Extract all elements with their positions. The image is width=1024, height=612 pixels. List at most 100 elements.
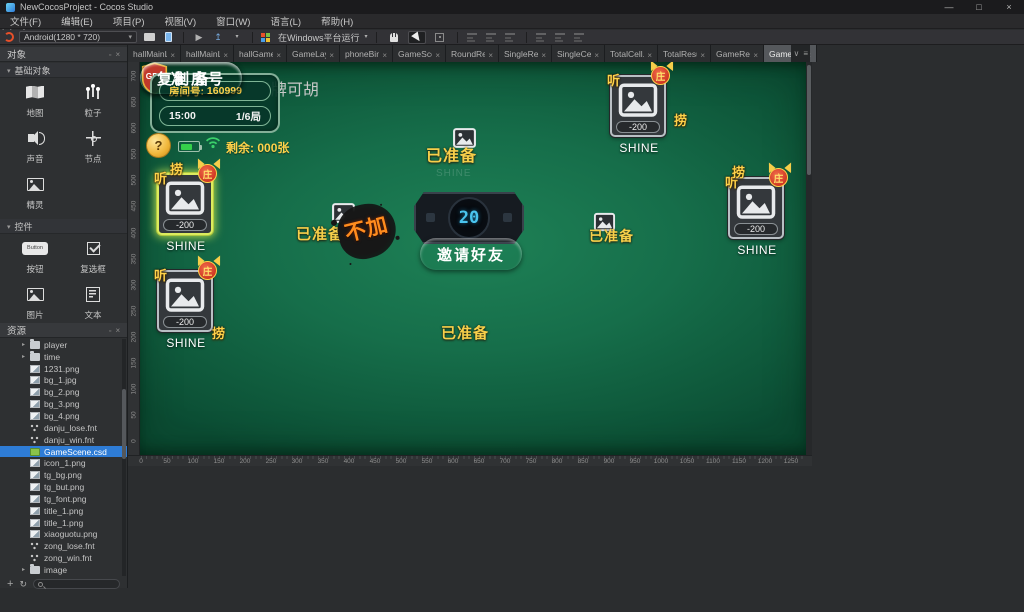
object-palette-item[interactable]: 节点: [64, 127, 122, 165]
publish-button[interactable]: ↥: [211, 31, 225, 44]
tab-close-icon[interactable]: [276, 45, 281, 63]
panel-close-icon[interactable]: [115, 49, 120, 60]
resource-item[interactable]: danju_win.fnt: [0, 434, 127, 446]
object-palette-item[interactable]: 粒子: [64, 81, 122, 119]
resource-item[interactable]: bg_2.png: [0, 386, 127, 398]
add-resource-button[interactable]: +: [7, 579, 13, 590]
tab-close-icon[interactable]: [594, 45, 599, 63]
document-tab[interactable]: SingleCell: [552, 45, 605, 62]
menu-item[interactable]: 文件(F): [10, 14, 41, 28]
document-tab[interactable]: GameScen: [393, 45, 446, 62]
align-right-button[interactable]: [504, 31, 518, 44]
document-tab[interactable]: hallGameL: [234, 45, 287, 62]
refresh-resources-button[interactable]: ↻: [19, 579, 27, 590]
resource-item[interactable]: tg_but.png: [0, 481, 127, 493]
resource-item[interactable]: time: [0, 351, 127, 363]
object-palette-item[interactable]: 声音: [6, 127, 64, 165]
align-top-button[interactable]: [535, 31, 549, 44]
resources-scrollbar[interactable]: [122, 339, 126, 576]
tab-close-icon[interactable]: [329, 45, 334, 63]
resource-item[interactable]: title_1.png: [0, 505, 127, 517]
document-tab[interactable]: TotalCell.c: [605, 45, 658, 62]
document-tab[interactable]: hallMainL: [181, 45, 234, 62]
resource-item[interactable]: tg_bg.png: [0, 469, 127, 481]
hand-tool[interactable]: [385, 31, 403, 44]
run-on-windows-button[interactable]: 在Windows平台运行: [278, 31, 360, 44]
ready-button[interactable]: 准 备: [140, 62, 242, 94]
player-avatar[interactable]: 听 庄 -200: [157, 173, 213, 235]
resource-item[interactable]: title_1.png: [0, 517, 127, 529]
resource-item[interactable]: player: [0, 339, 127, 351]
player-seat-top-right[interactable]: 听 庄 -200 SHINE: [610, 75, 668, 155]
resource-item[interactable]: image: [0, 564, 127, 576]
object-palette-item[interactable]: 复选框: [64, 237, 122, 275]
menu-item[interactable]: 编辑(E): [61, 14, 93, 28]
resource-item[interactable]: tg_font.png: [0, 493, 127, 505]
resource-item[interactable]: 1231.png: [0, 363, 127, 375]
resource-item[interactable]: bg_1.jpg: [0, 375, 127, 387]
resource-item[interactable]: GameScene.csd: [0, 446, 127, 458]
object-palette-item[interactable]: 精灵: [6, 173, 64, 211]
invite-friends-button[interactable]: 邀请好友: [420, 238, 522, 270]
player-avatar[interactable]: 听 庄 -200: [610, 75, 666, 137]
resource-item[interactable]: xiaoguotu.png: [0, 529, 127, 541]
player-seat-right[interactable]: 听 庄 -200 SHINE: [728, 177, 786, 257]
resource-item[interactable]: zong_lose.fnt: [0, 540, 127, 552]
document-tab[interactable]: phoneBinc: [340, 45, 393, 62]
menu-item[interactable]: 窗口(W): [216, 14, 250, 28]
resource-item[interactable]: danju_lose.fnt: [0, 422, 127, 434]
menu-item[interactable]: 项目(P): [113, 14, 145, 28]
close-button[interactable]: ×: [994, 2, 1024, 12]
tab-close-icon[interactable]: [541, 45, 546, 63]
menu-item[interactable]: 帮助(H): [321, 14, 353, 28]
player-seat-left-bottom[interactable]: 听 庄 -200 SHINE: [157, 270, 215, 350]
object-palette-item[interactable]: 地图: [6, 81, 64, 119]
resource-search-input[interactable]: [33, 579, 120, 589]
play-button[interactable]: ▶: [192, 31, 206, 44]
section-basic-objects[interactable]: 基础对象: [0, 63, 127, 78]
player-avatar[interactable]: 听 庄 -200: [157, 270, 213, 332]
tab-close-icon[interactable]: [170, 45, 175, 63]
resource-item[interactable]: zong_win.fnt: [0, 552, 127, 564]
game-scene-canvas[interactable]: 房间号: 160999 15:00 1/6局 ? 剩余: 000张 听 庄 -2…: [140, 62, 806, 455]
select-tool[interactable]: [408, 31, 426, 44]
object-palette-item[interactable]: 图片: [6, 283, 64, 321]
tab-overflow-icon[interactable]: ∨: [793, 49, 799, 58]
tab-close-icon[interactable]: [753, 45, 758, 63]
run-dropdown-icon[interactable]: ▾: [365, 34, 368, 40]
player-seat-left-top[interactable]: 听 庄 -200 SHINE: [157, 173, 215, 253]
panel-float-icon[interactable]: [109, 325, 111, 336]
document-tab[interactable]: hallMainL: [128, 45, 181, 62]
section-controls[interactable]: 控件: [0, 219, 127, 234]
publish-dropdown-icon[interactable]: ▾: [230, 31, 244, 44]
menu-item[interactable]: 语言(L): [270, 14, 301, 28]
resource-item[interactable]: bg_4.png: [0, 410, 127, 422]
resource-item[interactable]: bg_3.png: [0, 398, 127, 410]
device-landscape-button[interactable]: [142, 31, 156, 44]
tab-close-icon[interactable]: [647, 45, 652, 63]
resolution-select[interactable]: Android(1280 * 720) ▾: [19, 31, 137, 43]
tab-list-icon[interactable]: ≡: [803, 49, 808, 58]
canvas-vertical-scrollbar[interactable]: [806, 62, 812, 455]
help-icon[interactable]: ?: [146, 133, 171, 158]
tab-close-icon[interactable]: [435, 45, 440, 63]
align-middle-button[interactable]: [554, 31, 568, 44]
object-palette-item[interactable]: 按钮: [6, 237, 64, 275]
document-tab[interactable]: GameLaye: [287, 45, 340, 62]
tab-close-icon[interactable]: [700, 45, 705, 63]
tab-close-icon[interactable]: [488, 45, 493, 63]
panel-close-icon[interactable]: [115, 325, 120, 336]
minimize-button[interactable]: —: [934, 2, 964, 12]
document-tab[interactable]: GameResu: [711, 45, 764, 62]
panel-float-icon[interactable]: [109, 49, 111, 60]
document-tab[interactable]: TotalResul: [658, 45, 711, 62]
object-palette-item[interactable]: 文本: [64, 283, 122, 321]
document-tab[interactable]: SingleResu: [499, 45, 552, 62]
align-left-button[interactable]: [466, 31, 480, 44]
align-bottom-button[interactable]: [573, 31, 587, 44]
tab-close-icon[interactable]: [223, 45, 228, 63]
align-center-button[interactable]: [485, 31, 499, 44]
device-portrait-button[interactable]: [161, 31, 175, 44]
player-avatar[interactable]: 听 庄 -200: [728, 177, 784, 239]
menu-item[interactable]: 视图(V): [164, 14, 196, 28]
